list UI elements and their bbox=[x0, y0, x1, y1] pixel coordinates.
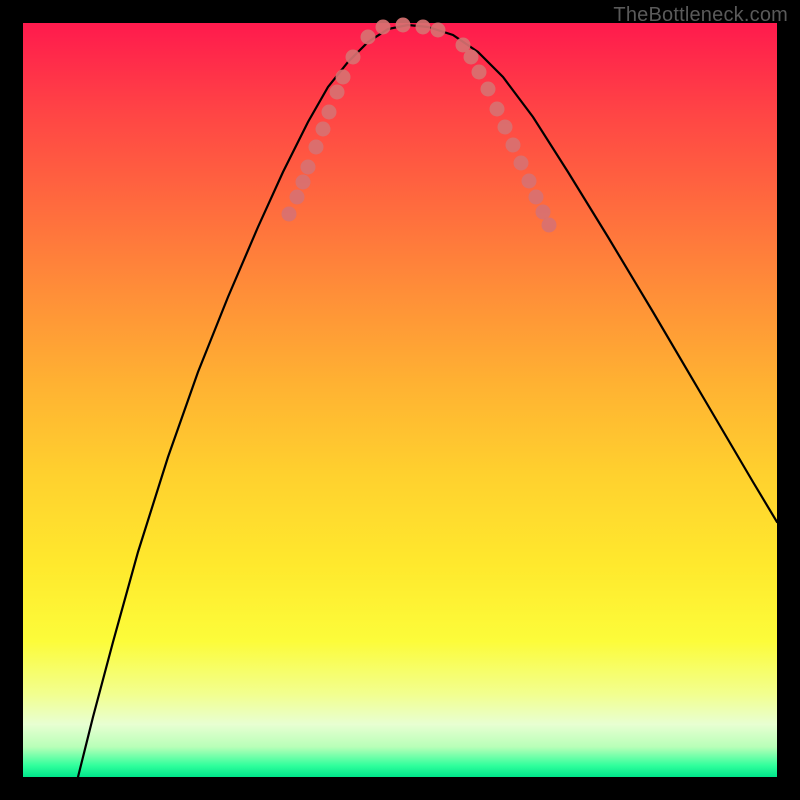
marker-dot bbox=[396, 18, 411, 33]
marker-dot bbox=[309, 140, 324, 155]
marker-dot bbox=[376, 20, 391, 35]
marker-dot bbox=[542, 218, 557, 233]
marker-dot bbox=[322, 105, 337, 120]
marker-dot bbox=[296, 175, 311, 190]
marker-dot bbox=[506, 138, 521, 153]
bottleneck-curve-path bbox=[78, 25, 777, 777]
marker-dot bbox=[301, 160, 316, 175]
marker-dot bbox=[464, 50, 479, 65]
marker-dot bbox=[490, 102, 505, 117]
marker-dot bbox=[361, 30, 376, 45]
marker-cluster-left bbox=[282, 18, 446, 222]
bottleneck-curve-svg bbox=[23, 23, 777, 777]
marker-dot bbox=[290, 190, 305, 205]
watermark-label: TheBottleneck.com bbox=[613, 4, 788, 27]
marker-dot bbox=[416, 20, 431, 35]
marker-dot bbox=[330, 85, 345, 100]
marker-dot bbox=[522, 174, 537, 189]
marker-dot bbox=[346, 50, 361, 65]
marker-dot bbox=[431, 23, 446, 38]
chart-plot-area bbox=[23, 23, 777, 777]
marker-dot bbox=[336, 70, 351, 85]
marker-dot bbox=[481, 82, 496, 97]
marker-dot bbox=[316, 122, 331, 137]
chart-frame: TheBottleneck.com bbox=[0, 0, 800, 800]
marker-dot bbox=[529, 190, 544, 205]
marker-cluster-right bbox=[456, 38, 557, 233]
marker-dot bbox=[536, 205, 551, 220]
marker-dot bbox=[498, 120, 513, 135]
marker-dot bbox=[514, 156, 529, 171]
marker-dot bbox=[282, 207, 297, 222]
curve-group bbox=[78, 25, 777, 777]
marker-dot bbox=[472, 65, 487, 80]
